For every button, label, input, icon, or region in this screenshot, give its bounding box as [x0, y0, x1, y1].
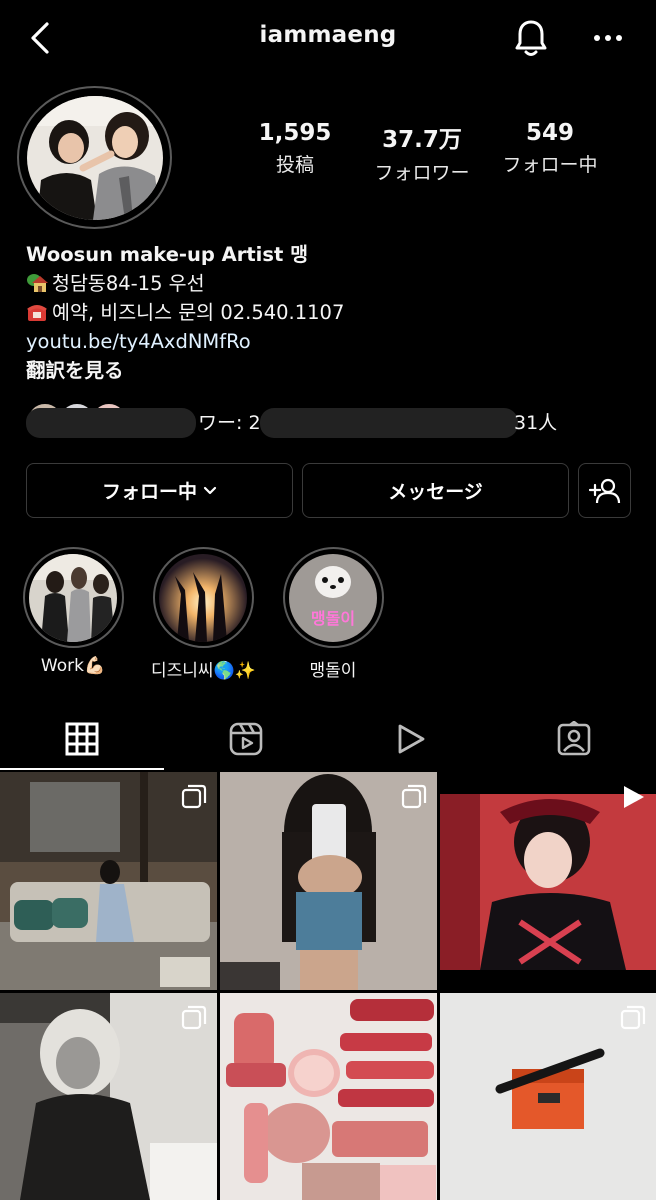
followers-label: フォロワー [374, 162, 470, 184]
profile-username: iammaeng [259, 22, 397, 48]
highlight-disneysea[interactable]: 디즈니씨🌎✨ [151, 547, 256, 681]
followers-count: 37.7万 [382, 127, 462, 153]
active-tab-indicator [0, 768, 164, 770]
followed-by-count: 31人 [514, 412, 558, 434]
followed-by-row[interactable]: ワー: 2 31人 [26, 398, 646, 446]
bio-phone: 예약, 비즈니스 문의 02.540.1107 [52, 301, 345, 324]
bio-address-line: 청담동84-15 우선 [26, 269, 626, 298]
message-button-label: メッセージ [388, 481, 483, 503]
followers-stat[interactable]: 37.7万 フォロワー [352, 120, 492, 185]
profile-tabs [0, 708, 656, 770]
posts-stat[interactable]: 1,595 投稿 [225, 120, 365, 177]
carousel-icon [401, 784, 427, 809]
video-play-icon [624, 786, 644, 808]
following-button-label: フォロー中 [101, 481, 197, 503]
more-horizontal-icon [594, 35, 622, 41]
highlight-ring: 맹돌이 [282, 547, 384, 648]
chevron-down-icon [203, 486, 217, 494]
highlight-label: Work💪🏻 [40, 656, 106, 676]
highlight-ring [22, 547, 124, 648]
following-count: 549 [525, 120, 574, 146]
add-user-icon [588, 478, 620, 503]
more-options-button[interactable] [588, 18, 628, 58]
bio-phone-line: 예약, 비즈니스 문의 02.540.1107 [26, 298, 626, 327]
highlight-cover-image [29, 553, 117, 642]
top-bar: iammaeng [0, 0, 656, 78]
carousel-icon [181, 784, 207, 809]
post-thumbnail[interactable] [440, 772, 656, 990]
posts-count: 1,595 [258, 120, 332, 146]
tab-reels[interactable] [164, 708, 328, 770]
house-with-garden-icon [27, 274, 48, 292]
following-stat[interactable]: 549 フォロー中 [480, 120, 620, 177]
telephone-icon [27, 305, 47, 321]
grid-icon [65, 722, 99, 756]
post-thumbnail[interactable] [0, 772, 217, 990]
reels-icon [229, 722, 263, 756]
highlight-maengdol[interactable]: 맹돌이 맹돌이 [281, 547, 385, 681]
post-thumbnail[interactable] [220, 993, 437, 1200]
redaction-block [26, 408, 196, 438]
posts-grid [0, 772, 656, 1200]
highlight-doll-caption: 맹돌이 [311, 609, 355, 628]
tab-tagged[interactable] [492, 708, 656, 770]
message-button[interactable]: メッセージ [302, 463, 569, 518]
notifications-button[interactable] [509, 18, 553, 58]
tab-posts-grid[interactable] [0, 708, 164, 770]
profile-avatar[interactable] [26, 95, 163, 220]
add-user-button[interactable] [578, 463, 631, 518]
tab-videos[interactable] [328, 708, 492, 770]
bell-icon [515, 20, 547, 56]
bio-link[interactable]: youtu.be/ty4AxdNMfRo [26, 327, 626, 356]
highlight-label: 맹돌이 [309, 661, 357, 681]
bio-address: 청담동84-15 우선 [52, 272, 205, 295]
carousel-icon [181, 1005, 207, 1030]
following-button[interactable]: フォロー中 [26, 463, 293, 518]
translate-button[interactable]: 翻訳を見る [26, 356, 626, 385]
play-icon [398, 724, 425, 754]
profile-avatar-ring [17, 86, 172, 229]
highlight-ring [152, 547, 254, 648]
highlight-label: 디즈니씨🌎✨ [151, 661, 256, 681]
followed-by-text: ワー: 2 [198, 412, 261, 434]
redaction-block [260, 408, 518, 438]
post-thumbnail[interactable] [0, 993, 217, 1200]
profile-bio: Woosun make-up Artist 맹 청담동84-15 우선 예약, … [26, 240, 626, 385]
following-label: フォロー中 [502, 154, 598, 176]
highlight-cover-image: 맹돌이 [289, 553, 377, 642]
posts-label: 投稿 [275, 154, 314, 176]
highlight-work[interactable]: Work💪🏻 [21, 547, 125, 676]
tagged-icon [557, 721, 591, 756]
carousel-icon [620, 1005, 646, 1030]
bio-name: Woosun make-up Artist 맹 [26, 243, 309, 266]
highlight-cover-image [159, 553, 247, 642]
post-thumbnail[interactable] [220, 772, 437, 990]
post-thumbnail[interactable] [440, 993, 656, 1200]
